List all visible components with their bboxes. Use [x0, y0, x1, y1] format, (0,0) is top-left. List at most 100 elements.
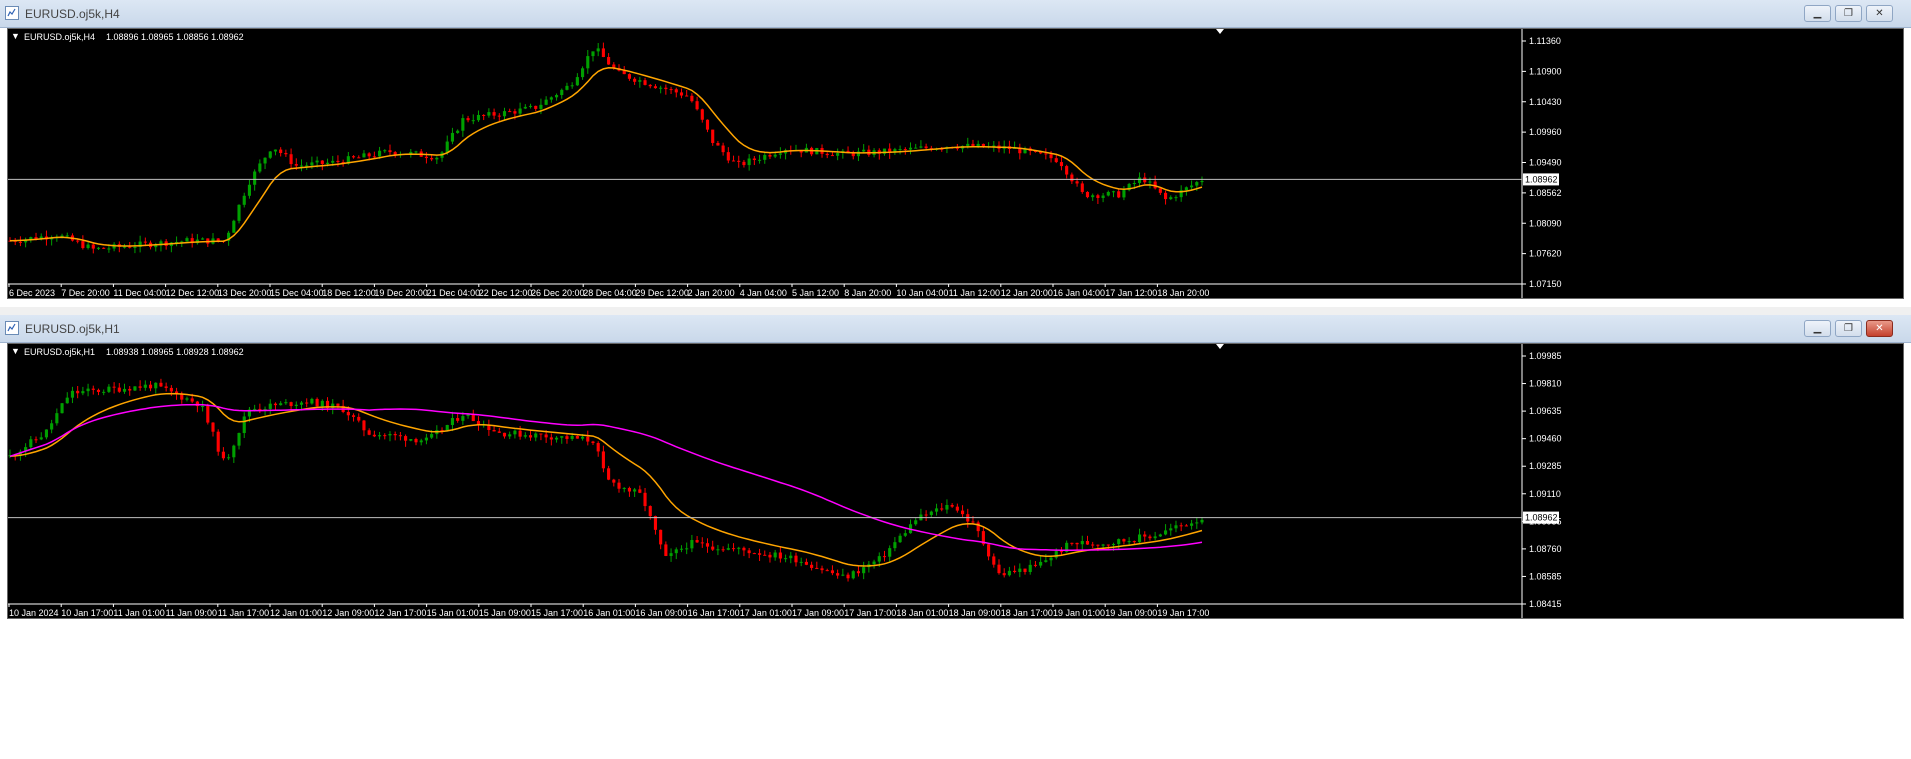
candle-body — [1085, 191, 1090, 198]
window-titlebar[interactable]: EURUSD.oj5k,H4 ▁ ❐ ✕ — [0, 0, 1911, 28]
candle-body — [789, 555, 793, 559]
candle-body — [159, 382, 163, 387]
time-axis-label: 17 Jan 12:00 — [1105, 288, 1157, 298]
time-axis-label: 11 Dec 04:00 — [113, 288, 166, 298]
candle-body — [1059, 551, 1064, 553]
close-button[interactable]: ✕ — [1866, 5, 1893, 22]
time-axis-label: 13 Dec 20:00 — [218, 288, 272, 298]
candle-body — [39, 437, 43, 440]
candle-body — [679, 548, 684, 550]
maximize-button[interactable]: ❐ — [1835, 320, 1862, 337]
candle-body — [1101, 195, 1105, 198]
candle-body — [357, 416, 361, 421]
candle-body — [976, 522, 980, 532]
candle-body — [914, 147, 918, 149]
time-axis-label: 4 Jan 04:00 — [740, 288, 787, 298]
time-axis-label: 16 Jan 17:00 — [688, 608, 740, 618]
candle-body — [502, 432, 507, 437]
candle-body — [804, 561, 808, 565]
candle-body — [232, 445, 236, 458]
price-chart-h1[interactable]: ▼ EURUSD.oj5k,H1 1.08938 1.08965 1.08928… — [7, 343, 1904, 619]
candle-body — [690, 540, 694, 549]
candle-body — [784, 558, 788, 560]
candle-body — [898, 149, 902, 151]
candle-body — [763, 155, 767, 160]
candle-body — [471, 120, 475, 122]
candle-body — [638, 80, 642, 82]
candle-body — [539, 104, 543, 109]
close-button[interactable]: ✕ — [1866, 320, 1893, 337]
candle-body — [518, 108, 522, 114]
candlestick-chart-h4[interactable]: ▼ EURUSD.oj5k,H4 1.08896 1.08965 1.08856… — [8, 29, 1904, 299]
candle-body — [253, 171, 257, 185]
candle-body — [169, 387, 173, 392]
candle-body — [206, 405, 210, 423]
candle-body — [862, 149, 866, 152]
time-axis-label: 17 Jan 01:00 — [740, 608, 792, 618]
candle-body — [336, 160, 340, 162]
candle-body — [627, 487, 631, 492]
candle-body — [211, 422, 215, 432]
candle-body — [81, 391, 85, 394]
candle-body — [747, 550, 751, 554]
candle-body — [1002, 573, 1006, 576]
candle-body — [128, 246, 132, 248]
candle-body — [1132, 541, 1136, 543]
minimize-button[interactable]: ▁ — [1804, 320, 1831, 337]
candle-body — [232, 220, 236, 233]
time-axis-label: 18 Jan 20:00 — [1157, 288, 1209, 298]
candle-body — [299, 165, 304, 167]
candle-body — [862, 567, 866, 574]
candle-body — [705, 543, 710, 547]
candle-body — [1080, 183, 1084, 192]
price-chart-h4[interactable]: ▼ EURUSD.oj5k,H4 1.08896 1.08965 1.08856… — [7, 28, 1904, 299]
candle-body — [737, 547, 741, 549]
candle-body — [143, 384, 147, 388]
candle-body — [185, 238, 189, 242]
candle-body — [1085, 541, 1090, 545]
candle-body — [445, 141, 449, 153]
time-axis-label: 10 Jan 04:00 — [896, 288, 948, 298]
candle-body — [1075, 542, 1079, 545]
time-axis-label: 15 Jan 01:00 — [427, 608, 479, 618]
time-axis-label: 11 Jan 17:00 — [218, 608, 269, 618]
candle-body — [1111, 544, 1116, 546]
candle-body — [726, 548, 730, 550]
candle-body — [731, 160, 736, 162]
candle-body — [1080, 541, 1084, 545]
candle-body — [607, 57, 611, 65]
price-axis-label: 1.09110 — [1529, 489, 1561, 499]
candle-body — [966, 143, 970, 146]
candle-body — [242, 416, 246, 434]
candle-body — [669, 553, 673, 556]
candle-body — [1158, 534, 1162, 537]
candle-body — [122, 388, 127, 392]
time-axis-label: 12 Jan 20:00 — [1001, 288, 1053, 298]
candle-body — [331, 160, 335, 163]
candle-body — [185, 398, 189, 400]
candle-body — [1018, 568, 1022, 572]
candle-body — [1096, 544, 1100, 546]
candle-body — [711, 129, 715, 143]
candlestick-chart-h1[interactable]: ▼ EURUSD.oj5k,H1 1.08938 1.08965 1.08928… — [8, 344, 1904, 619]
window-titlebar[interactable]: EURUSD.oj5k,H1 ▁ ❐ ✕ — [0, 315, 1911, 343]
minimize-button[interactable]: ▁ — [1804, 5, 1831, 22]
maximize-button[interactable]: ❐ — [1835, 5, 1862, 22]
candle-body — [461, 118, 465, 131]
candle-body — [575, 77, 579, 86]
time-axis-label: 8 Jan 20:00 — [844, 288, 891, 298]
candle-body — [570, 85, 574, 87]
chart-collapse-icon[interactable]: ▼ — [11, 346, 20, 356]
moving-average-line — [9, 392, 1203, 567]
candle-body — [664, 87, 668, 90]
candle-body — [534, 105, 538, 109]
minimize-icon: ▁ — [1813, 8, 1822, 19]
chart-collapse-icon[interactable]: ▼ — [11, 31, 20, 41]
candle-body — [279, 149, 283, 154]
time-axis-label: 16 Jan 09:00 — [635, 608, 687, 618]
candle-body — [398, 435, 402, 437]
candle-body — [466, 414, 470, 417]
candle-body — [1101, 544, 1105, 546]
candle-body — [320, 160, 324, 164]
candle-body — [1164, 530, 1168, 535]
